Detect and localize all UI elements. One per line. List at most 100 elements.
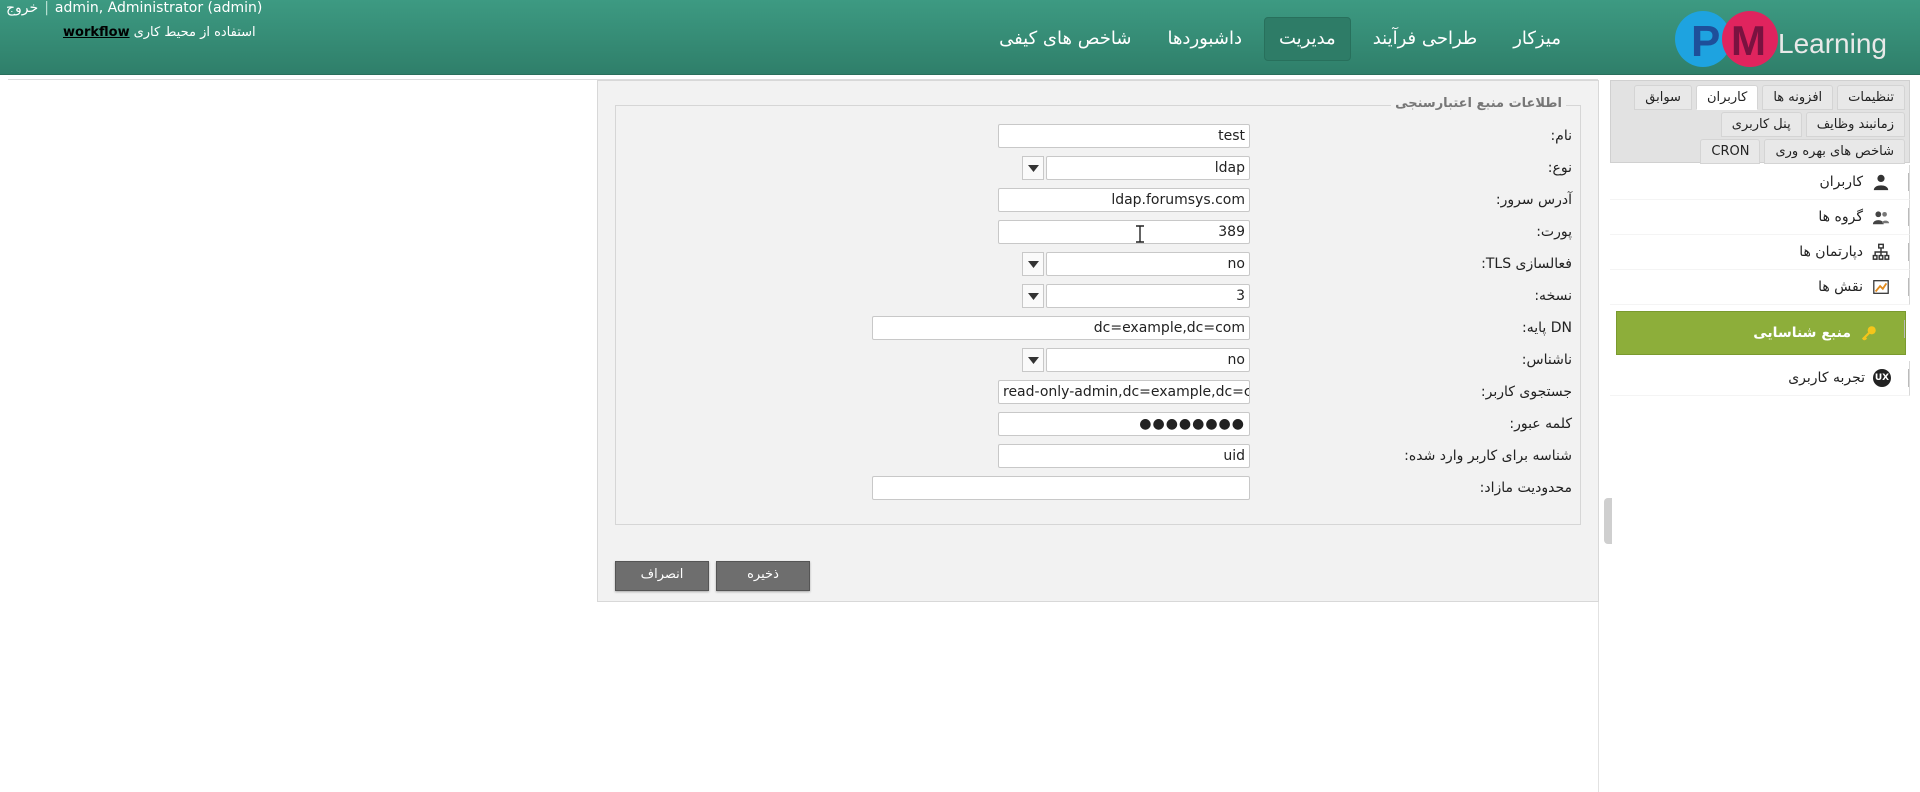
- name-input[interactable]: test: [998, 124, 1250, 148]
- row-password: کلمه عبور: ●●●●●●●●: [998, 410, 1580, 438]
- extra-limit-input[interactable]: [872, 476, 1250, 500]
- tab-0-0[interactable]: تنظیمات: [1837, 85, 1905, 110]
- sidebar-menu: کاربران گروه ها دپارتمان ها نقش ها منبع شناس…: [1610, 165, 1910, 396]
- user-search-input[interactable]: read-only-admin,dc=example,dc=com: [998, 380, 1250, 404]
- version-select-value[interactable]: 3: [1046, 284, 1250, 308]
- anonymous-select-value[interactable]: no: [1046, 348, 1250, 372]
- server-label: آدرس سرور:: [1495, 192, 1572, 208]
- row-version: نسخه: 3: [1022, 282, 1580, 310]
- type-select-value[interactable]: ldap: [1046, 156, 1250, 180]
- tls-label: فعالسازی TLS:: [1481, 256, 1572, 272]
- sidebar-item-0[interactable]: کاربران: [1610, 165, 1910, 200]
- roles-icon: [1871, 277, 1891, 297]
- text-cursor-icon: [1136, 225, 1144, 243]
- tab-row: تنظیمات افزونه ها کاربران سوابق: [1615, 85, 1905, 110]
- logo-graphic: P M Learning: [1675, 11, 1887, 67]
- top-header: P M Learning میزکار طراحی فرآیند مدیریت داش…: [0, 0, 1920, 75]
- separator: |: [44, 0, 49, 16]
- current-user: admin, Administrator (admin): [54, 0, 263, 16]
- sidebar-item-label: منبع شناسایی: [1753, 325, 1851, 341]
- login-id-input[interactable]: uid: [998, 444, 1250, 468]
- sidebar-collapse-handle[interactable]: [1604, 498, 1612, 544]
- version-select[interactable]: 3: [1022, 284, 1250, 308]
- workspace-prefix: استفاده از محیط کاری: [133, 25, 256, 40]
- sidebar-item-1[interactable]: گروه ها: [1610, 200, 1910, 235]
- anonymous-label: ناشناس:: [1521, 352, 1572, 368]
- sidebar-item-label: گروه ها: [1818, 209, 1863, 225]
- pmlearning-logo[interactable]: P M Learning: [1673, 8, 1898, 68]
- row-type: نوع: ldap: [1022, 154, 1580, 182]
- auth-source-fieldset: اطلاعات منبع اعتبارسنجی نام: test نوع: l…: [615, 96, 1581, 525]
- cancel-button[interactable]: انصراف: [615, 561, 709, 591]
- chevron-down-icon[interactable]: [1022, 284, 1044, 308]
- sidebar-item-label: نقش ها: [1818, 279, 1863, 295]
- port-input[interactable]: 389: [998, 220, 1250, 244]
- nav-item-3[interactable]: داشبوردها: [1153, 18, 1256, 60]
- fieldset-legend: اطلاعات منبع اعتبارسنجی: [1391, 96, 1566, 111]
- row-base-dn: DN پایه: dc=example,dc=com: [872, 314, 1580, 342]
- tab-1-1[interactable]: پنل کاربری: [1720, 112, 1802, 137]
- base-dn-label: DN پایه:: [1522, 320, 1572, 336]
- row-name: نام: test: [998, 122, 1580, 150]
- tab-1-0[interactable]: زمانبند وظایف: [1805, 112, 1905, 137]
- nav-item-4[interactable]: شاخص های کیفی: [985, 18, 1145, 60]
- tab-row: زمانبند وظایف پنل کاربری: [1615, 112, 1905, 137]
- nav-item-0[interactable]: میزکار: [1499, 18, 1575, 60]
- row-server: آدرس سرور: ldap.forumsys.com: [998, 186, 1580, 214]
- nav-item-1[interactable]: طراحی فرآیند: [1359, 18, 1492, 60]
- save-button[interactable]: ذخیره: [716, 561, 810, 591]
- base-dn-input[interactable]: dc=example,dc=com: [872, 316, 1250, 340]
- version-label: نسخه:: [1534, 288, 1572, 304]
- anonymous-select[interactable]: no: [1022, 348, 1250, 372]
- row-login-id: شناسه برای کاربر وارد شده: uid: [998, 442, 1580, 470]
- sidebar-item-label: دپارتمان ها: [1799, 244, 1863, 260]
- main-nav: میزکار طراحی فرآیند مدیریت داشبوردها شاخص ها…: [985, 17, 1575, 61]
- logout-link[interactable]: خروج: [6, 0, 38, 16]
- server-input[interactable]: ldap.forumsys.com: [998, 188, 1250, 212]
- user-info: خروج | admin, Administrator (admin): [6, 0, 262, 16]
- tab-0-1[interactable]: افزونه ها: [1762, 85, 1834, 110]
- department-icon: [1871, 242, 1891, 262]
- key-icon: [1859, 323, 1879, 343]
- password-input[interactable]: ●●●●●●●●: [998, 412, 1250, 436]
- sidebar-item-2[interactable]: دپارتمان ها: [1610, 235, 1910, 270]
- sidebar-item-5[interactable]: UX تجربه کاربری: [1610, 361, 1910, 396]
- password-label: کلمه عبور:: [1509, 416, 1572, 432]
- chevron-down-icon[interactable]: [1022, 156, 1044, 180]
- user-search-label: جستجوی کاربر:: [1480, 384, 1572, 400]
- row-user-search: جستجوی کاربر: read-only-admin,dc=example…: [998, 378, 1580, 406]
- tls-select-value[interactable]: no: [1046, 252, 1250, 276]
- svg-text:M: M: [1731, 17, 1766, 64]
- type-select[interactable]: ldap: [1022, 156, 1250, 180]
- extra-limit-label: محدودیت مازاد:: [1479, 480, 1572, 496]
- ux-icon: UX: [1873, 369, 1891, 387]
- sidebar-item-label: تجربه کاربری: [1788, 370, 1865, 386]
- group-icon: [1871, 207, 1891, 227]
- sidebar-item-label: کاربران: [1819, 174, 1863, 190]
- type-label: نوع:: [1547, 160, 1572, 176]
- row-port: پورت: 389: [998, 218, 1580, 246]
- row-tls: فعالسازی TLS: no: [1022, 250, 1580, 278]
- user-icon: [1871, 172, 1891, 192]
- tab-0-2[interactable]: کاربران: [1695, 85, 1759, 110]
- auth-source-form: اطلاعات منبع اعتبارسنجی نام: test نوع: l…: [597, 80, 1599, 602]
- workspace-link[interactable]: workflow: [63, 25, 130, 40]
- login-id-label: شناسه برای کاربر وارد شده:: [1404, 448, 1572, 464]
- sidebar-item-3[interactable]: نقش ها: [1610, 270, 1910, 305]
- tls-select[interactable]: no: [1022, 252, 1250, 276]
- port-label: پورت:: [1536, 224, 1572, 240]
- workspace-info: استفاده از محیط کاری workflow: [63, 25, 256, 40]
- tab-2-1[interactable]: CRON: [1700, 139, 1761, 164]
- svg-text:P: P: [1691, 17, 1720, 66]
- row-extra-limit: محدودیت مازاد:: [872, 474, 1580, 502]
- admin-sidebar: تنظیمات افزونه ها کاربران سوابق زمانبند وظای…: [1610, 80, 1910, 792]
- chevron-down-icon[interactable]: [1022, 252, 1044, 276]
- nav-item-2[interactable]: مدیریت: [1263, 17, 1351, 61]
- name-label: نام:: [1550, 128, 1572, 144]
- sidebar-item-4[interactable]: منبع شناسایی: [1616, 311, 1906, 355]
- tab-2-0[interactable]: شاخص های بهره وری: [1764, 139, 1905, 164]
- tab-0-3[interactable]: سوابق: [1634, 85, 1692, 110]
- tab-row: شاخص های بهره وری CRON: [1615, 139, 1905, 164]
- chevron-down-icon[interactable]: [1022, 348, 1044, 372]
- row-anonymous: ناشناس: no: [1022, 346, 1580, 374]
